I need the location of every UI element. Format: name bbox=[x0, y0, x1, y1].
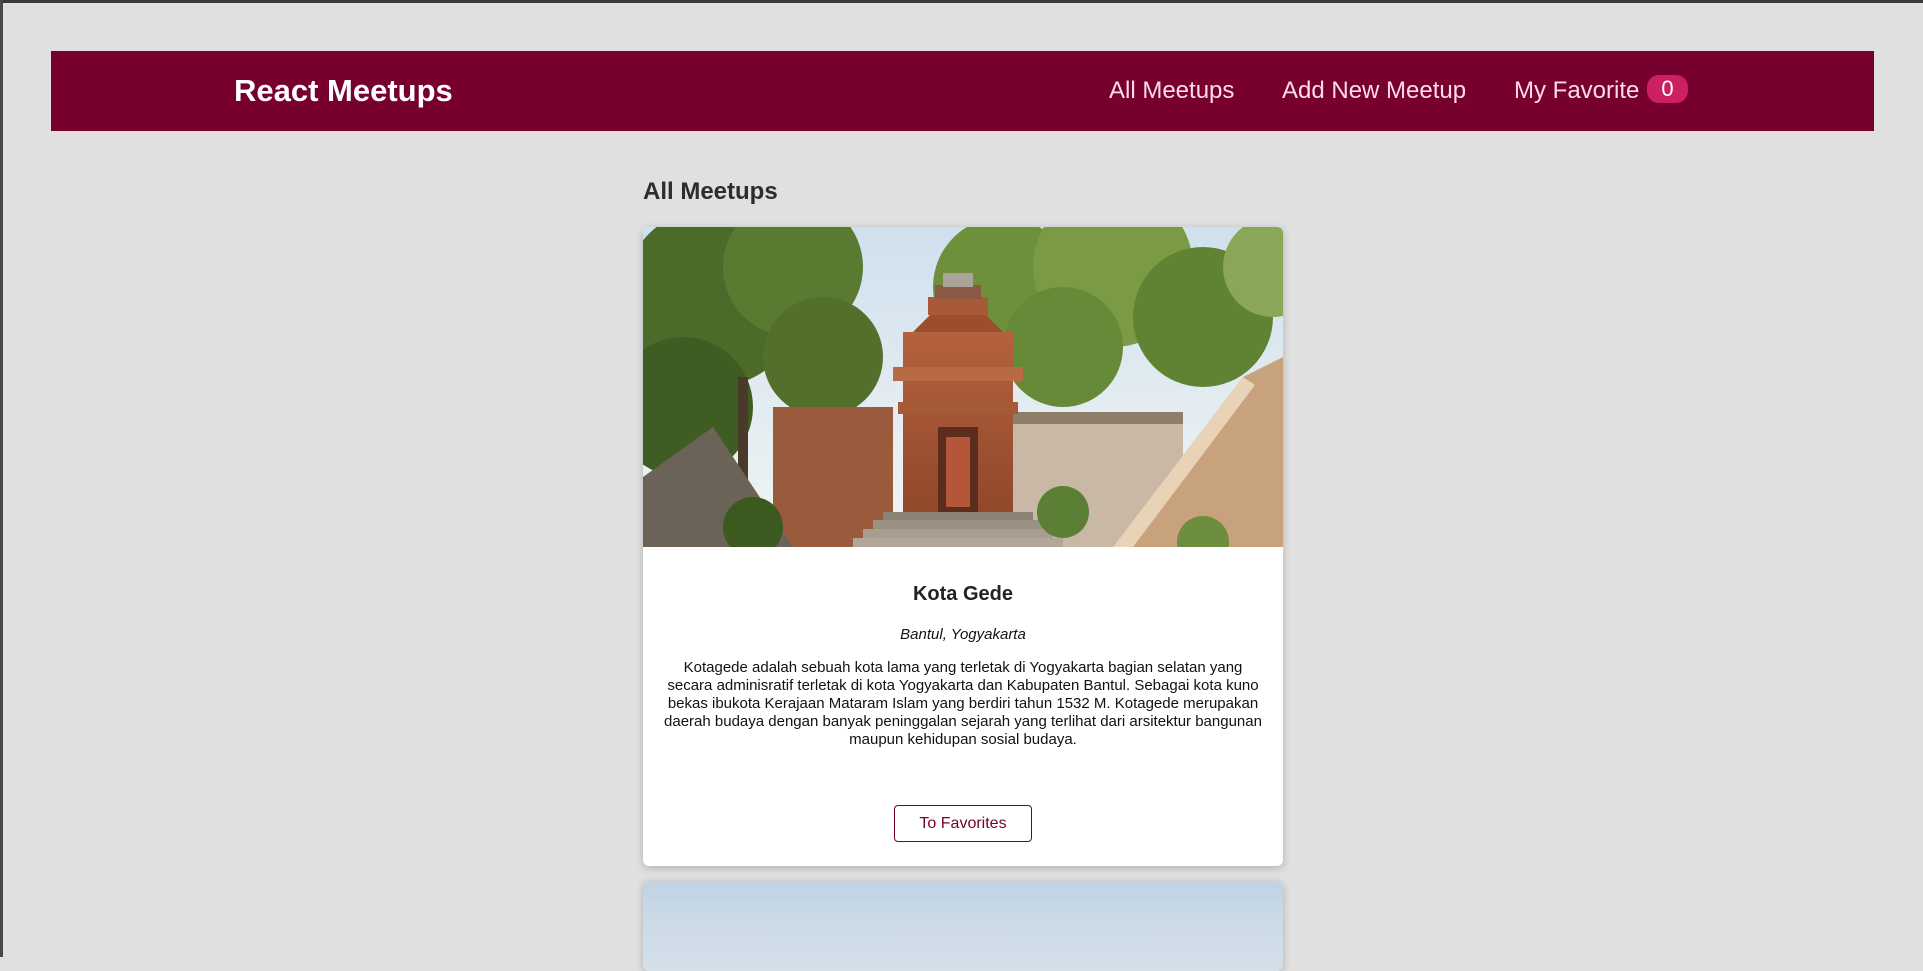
to-favorites-button[interactable]: To Favorites bbox=[894, 805, 1032, 842]
window-top-border bbox=[0, 0, 1923, 3]
meetup-address: Bantul, Yogyakarta bbox=[900, 626, 1026, 643]
nav-link-add-new-meetup[interactable]: Add New Meetup bbox=[1282, 51, 1466, 131]
page-title: All Meetups bbox=[643, 178, 778, 205]
main-header: React Meetups All Meetups Add New Meetup… bbox=[51, 51, 1874, 131]
window-left-border bbox=[0, 0, 3, 957]
meetup-image bbox=[643, 227, 1283, 547]
favorites-count-badge: 0 bbox=[1647, 75, 1688, 103]
nav-link-my-favorite[interactable]: My Favorite 0 bbox=[1514, 51, 1688, 131]
logo[interactable]: React Meetups bbox=[234, 51, 453, 131]
meetup-card-next bbox=[643, 881, 1283, 971]
nav-link-all-meetups[interactable]: All Meetups bbox=[1109, 51, 1234, 131]
meetup-description: Kotagede adalah sebuah kota lama yang te… bbox=[664, 659, 1262, 748]
meetup-title: Kota Gede bbox=[912, 583, 1014, 605]
meetup-card: Kota Gede Bantul, Yogyakarta Kotagede ad… bbox=[643, 227, 1283, 866]
nav-link-my-favorite-label: My Favorite bbox=[1514, 77, 1640, 104]
meetup-image-next bbox=[643, 881, 1283, 971]
